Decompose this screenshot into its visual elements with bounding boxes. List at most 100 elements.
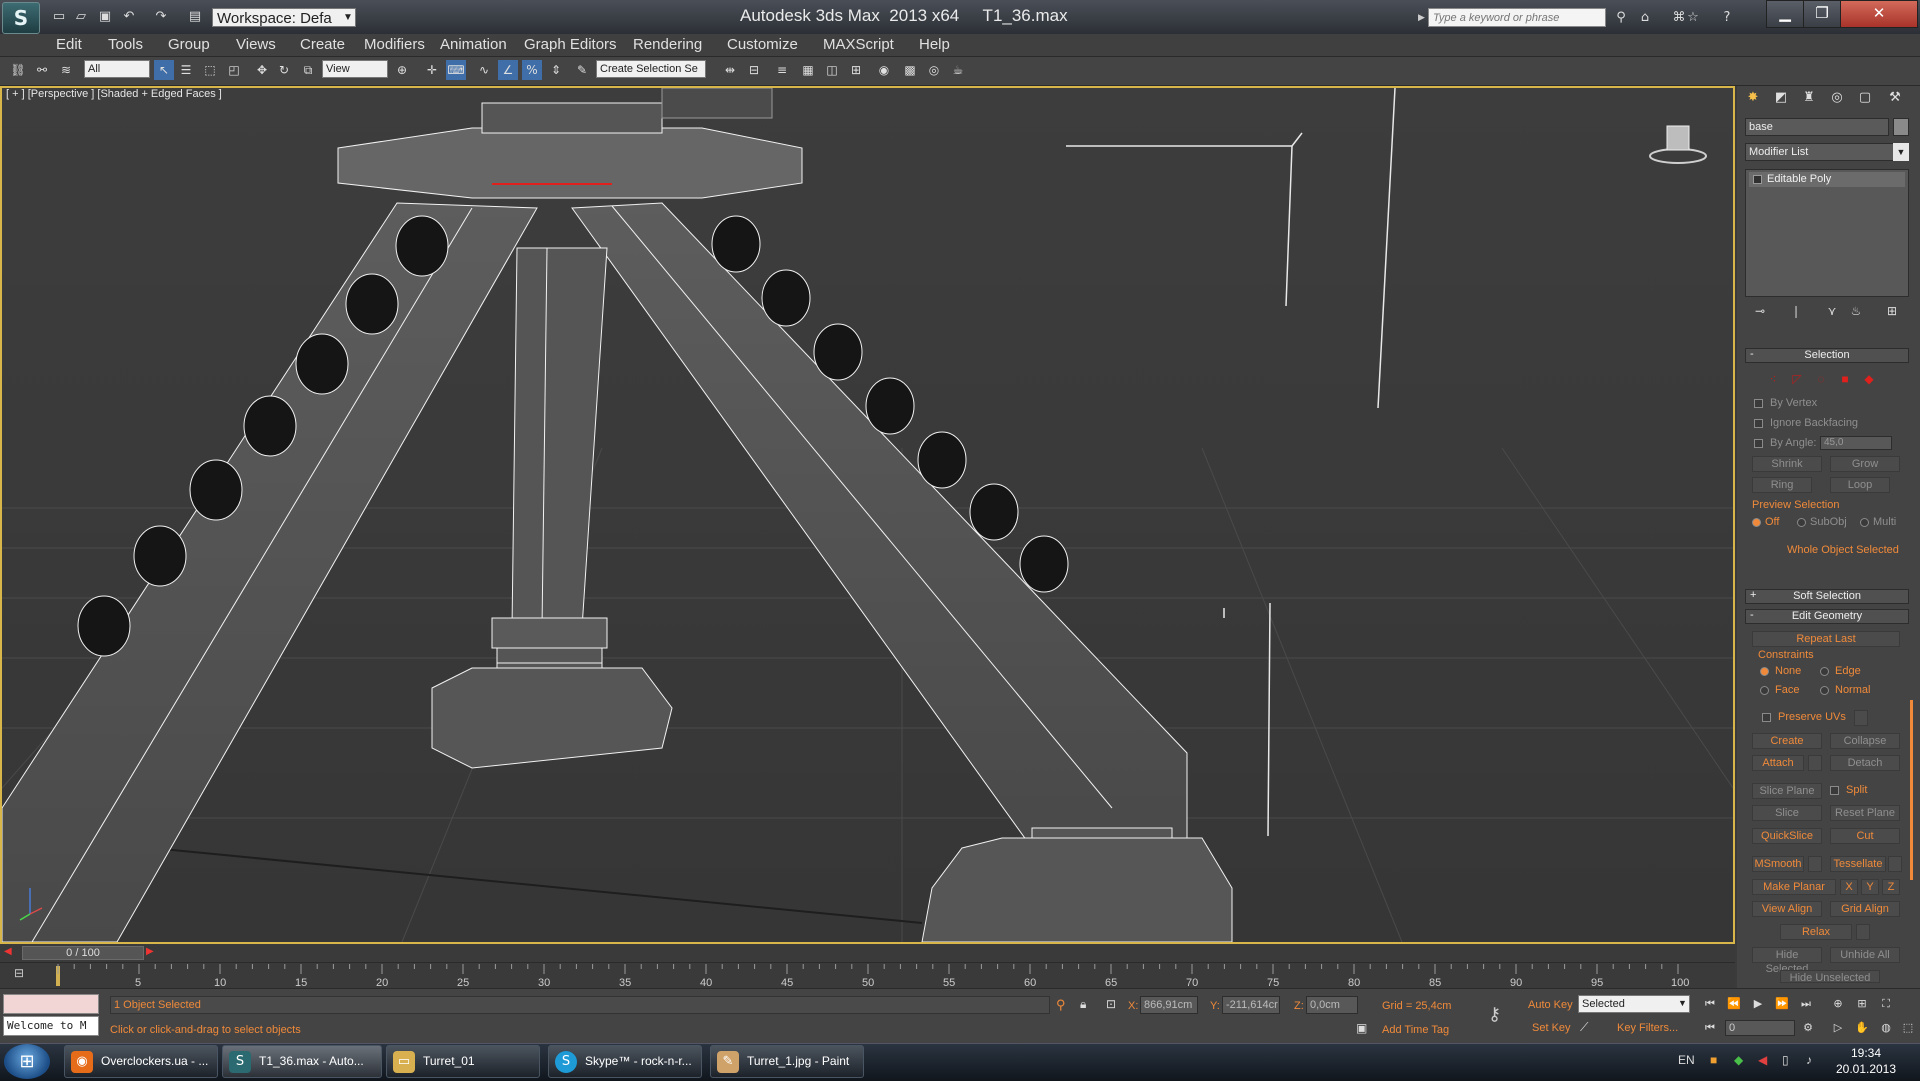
next-frame-icon[interactable]: ▶ <box>146 946 154 957</box>
pan-view-icon[interactable]: ✋ <box>1854 1020 1870 1036</box>
add-time-tag-button[interactable]: Add Time Tag <box>1382 1024 1449 1036</box>
undo-icon[interactable]: ↶ <box>120 9 138 25</box>
zoom-extents-icon[interactable]: ⊕ <box>1830 996 1846 1012</box>
object-name-field[interactable]: base <box>1745 118 1889 136</box>
select-object-icon[interactable]: ↖ <box>154 60 174 80</box>
split-checkbox[interactable] <box>1830 786 1839 795</box>
preserve-uvs-checkbox[interactable] <box>1762 713 1771 722</box>
menu-views[interactable]: Views <box>236 34 276 56</box>
auto-key-button[interactable]: Auto Key <box>1528 999 1573 1011</box>
time-slider[interactable]: 0 / 100 <box>22 946 144 960</box>
make-planar-button[interactable]: Make Planar <box>1752 879 1836 895</box>
selection-filter-dropdown[interactable]: All <box>84 60 150 78</box>
border-icon[interactable]: ◌ <box>1814 372 1828 386</box>
material-editor-icon[interactable]: ◉ <box>874 60 894 80</box>
taskbar-item-skype[interactable]: S Skype™ - rock-n-r... <box>548 1045 702 1078</box>
time-slider-track[interactable] <box>0 945 1735 961</box>
menu-graph-editors[interactable]: Graph Editors <box>524 34 617 56</box>
collapse-icon[interactable]: - <box>1750 609 1760 622</box>
rectangular-selection-icon[interactable]: ⬚ <box>200 60 220 80</box>
detach-button[interactable]: Detach <box>1830 755 1900 771</box>
relax-button[interactable]: Relax <box>1780 924 1852 940</box>
previous-key-icon[interactable]: ⏪ <box>1726 996 1742 1012</box>
reset-plane-button[interactable]: Reset Plane <box>1830 805 1900 821</box>
collapse-button[interactable]: Collapse <box>1830 733 1900 749</box>
repeat-last-button[interactable]: Repeat Last <box>1752 631 1900 647</box>
app-logo-icon[interactable]: S <box>2 2 40 34</box>
key-icon[interactable]: ⚷ <box>1488 1004 1501 1025</box>
remove-modifier-icon[interactable]: ♨ <box>1846 303 1866 319</box>
motion-tab-icon[interactable]: ◎ <box>1826 88 1848 108</box>
open-file-icon[interactable]: ▱ <box>72 9 90 25</box>
attach-settings-icon[interactable] <box>1808 755 1822 771</box>
select-manipulate-icon[interactable]: ✛ <box>422 60 442 80</box>
x-coordinate-field[interactable]: 866,91cm <box>1140 996 1198 1014</box>
time-tag-icon[interactable]: ▣ <box>1356 1021 1367 1035</box>
preview-multi-radio[interactable] <box>1860 518 1869 527</box>
configure-modifier-sets-icon[interactable]: ⊞ <box>1882 303 1902 319</box>
start-button[interactable]: ⊞ <box>4 1044 50 1079</box>
viewport-label[interactable]: [ + ] [Perspective ] [Shaded + Edged Fac… <box>6 88 222 100</box>
by-vertex-checkbox[interactable] <box>1754 399 1763 408</box>
play-icon[interactable]: ▶ <box>1750 996 1766 1012</box>
menu-edit[interactable]: Edit <box>56 34 82 56</box>
reference-coordinate-dropdown[interactable]: View <box>322 60 388 78</box>
planar-z-button[interactable]: Z <box>1882 879 1900 895</box>
percent-snap-icon[interactable]: % <box>522 60 542 80</box>
create-button[interactable]: Create <box>1752 733 1822 749</box>
utilities-tab-icon[interactable]: ⚒ <box>1884 88 1906 108</box>
element-icon[interactable]: ◆ <box>1862 372 1876 386</box>
chevron-down-icon[interactable]: ▼ <box>340 8 356 27</box>
edge-icon[interactable]: ◸ <box>1790 372 1804 386</box>
layer-manager-icon[interactable]: ≡ <box>772 60 792 80</box>
close-button[interactable]: ✕ <box>1840 0 1918 28</box>
object-color-swatch[interactable] <box>1893 118 1909 136</box>
help-icon[interactable]: ? <box>1718 9 1736 26</box>
z-coordinate-field[interactable]: 0,0cm <box>1306 996 1358 1014</box>
volume-icon[interactable]: ♪ <box>1806 1053 1812 1067</box>
constraint-none-radio[interactable] <box>1760 667 1769 676</box>
schematic-view-icon[interactable]: ⊞ <box>846 60 866 80</box>
modifier-list-dropdown[interactable]: Modifier List <box>1745 143 1909 161</box>
grid-align-button[interactable]: Grid Align <box>1830 901 1900 917</box>
tray-security-icon[interactable]: ◆ <box>1734 1053 1743 1067</box>
field-of-view-icon[interactable]: ▷ <box>1830 1020 1846 1036</box>
by-angle-checkbox[interactable] <box>1754 439 1763 448</box>
show-end-result-icon[interactable]: ❘ <box>1786 303 1806 319</box>
viewcube-icon[interactable] <box>1648 120 1708 166</box>
menu-help[interactable]: Help <box>919 34 950 56</box>
bind-space-warp-icon[interactable]: ≋ <box>56 60 76 80</box>
stack-item-editable-poly[interactable]: Editable Poly <box>1749 172 1905 187</box>
maximize-toggle-icon[interactable]: ⬚ <box>1900 1020 1916 1036</box>
chevron-down-icon[interactable]: ▼ <box>1678 998 1687 1008</box>
unlink-icon[interactable]: ⚯ <box>32 60 52 80</box>
y-coordinate-field[interactable]: -211,614cr <box>1222 996 1280 1014</box>
preserve-uvs-settings-icon[interactable] <box>1854 710 1868 726</box>
menu-group[interactable]: Group <box>168 34 210 56</box>
redo-icon[interactable]: ↷ <box>152 9 170 25</box>
go-to-start-icon[interactable]: ⏮ <box>1702 996 1718 1012</box>
tessellate-settings-icon[interactable] <box>1888 856 1902 872</box>
tray-notification-icon[interactable]: ◀ <box>1758 1053 1767 1067</box>
ignore-backfacing-checkbox[interactable] <box>1754 419 1763 428</box>
pivot-center-icon[interactable]: ⊕ <box>392 60 412 80</box>
pin-stack-icon[interactable]: ⊸ <box>1750 303 1770 319</box>
transform-mode-icon[interactable]: ⊡ <box>1106 997 1116 1011</box>
link-icon[interactable]: ⛓ <box>8 60 28 80</box>
edit-named-selection-icon[interactable]: ✎ <box>572 60 592 80</box>
taskbar-item-firefox[interactable]: ◉ Overclockers.ua - ... <box>64 1045 218 1078</box>
attach-button[interactable]: Attach <box>1752 755 1804 771</box>
tessellate-button[interactable]: Tessellate <box>1830 856 1886 872</box>
graphite-ribbon-icon[interactable]: ▦ <box>798 60 818 80</box>
maximize-button[interactable]: ❐ <box>1803 0 1841 28</box>
key-mode-dropdown[interactable]: Selected <box>1578 995 1690 1013</box>
planar-y-button[interactable]: Y <box>1861 879 1879 895</box>
create-tab-icon[interactable]: ✸ <box>1742 88 1764 108</box>
unhide-all-button[interactable]: Unhide All <box>1830 947 1900 963</box>
current-frame-field[interactable]: 0 <box>1725 1020 1795 1036</box>
workspace-dropdown[interactable]: Workspace: Defa <box>212 8 356 27</box>
maxscript-listener-input[interactable]: Welcome to M <box>3 1016 99 1036</box>
angle-spinner[interactable]: 45,0 <box>1820 436 1892 450</box>
hide-unselected-button[interactable]: Hide Unselected <box>1780 970 1880 984</box>
language-indicator[interactable]: EN <box>1678 1053 1695 1067</box>
